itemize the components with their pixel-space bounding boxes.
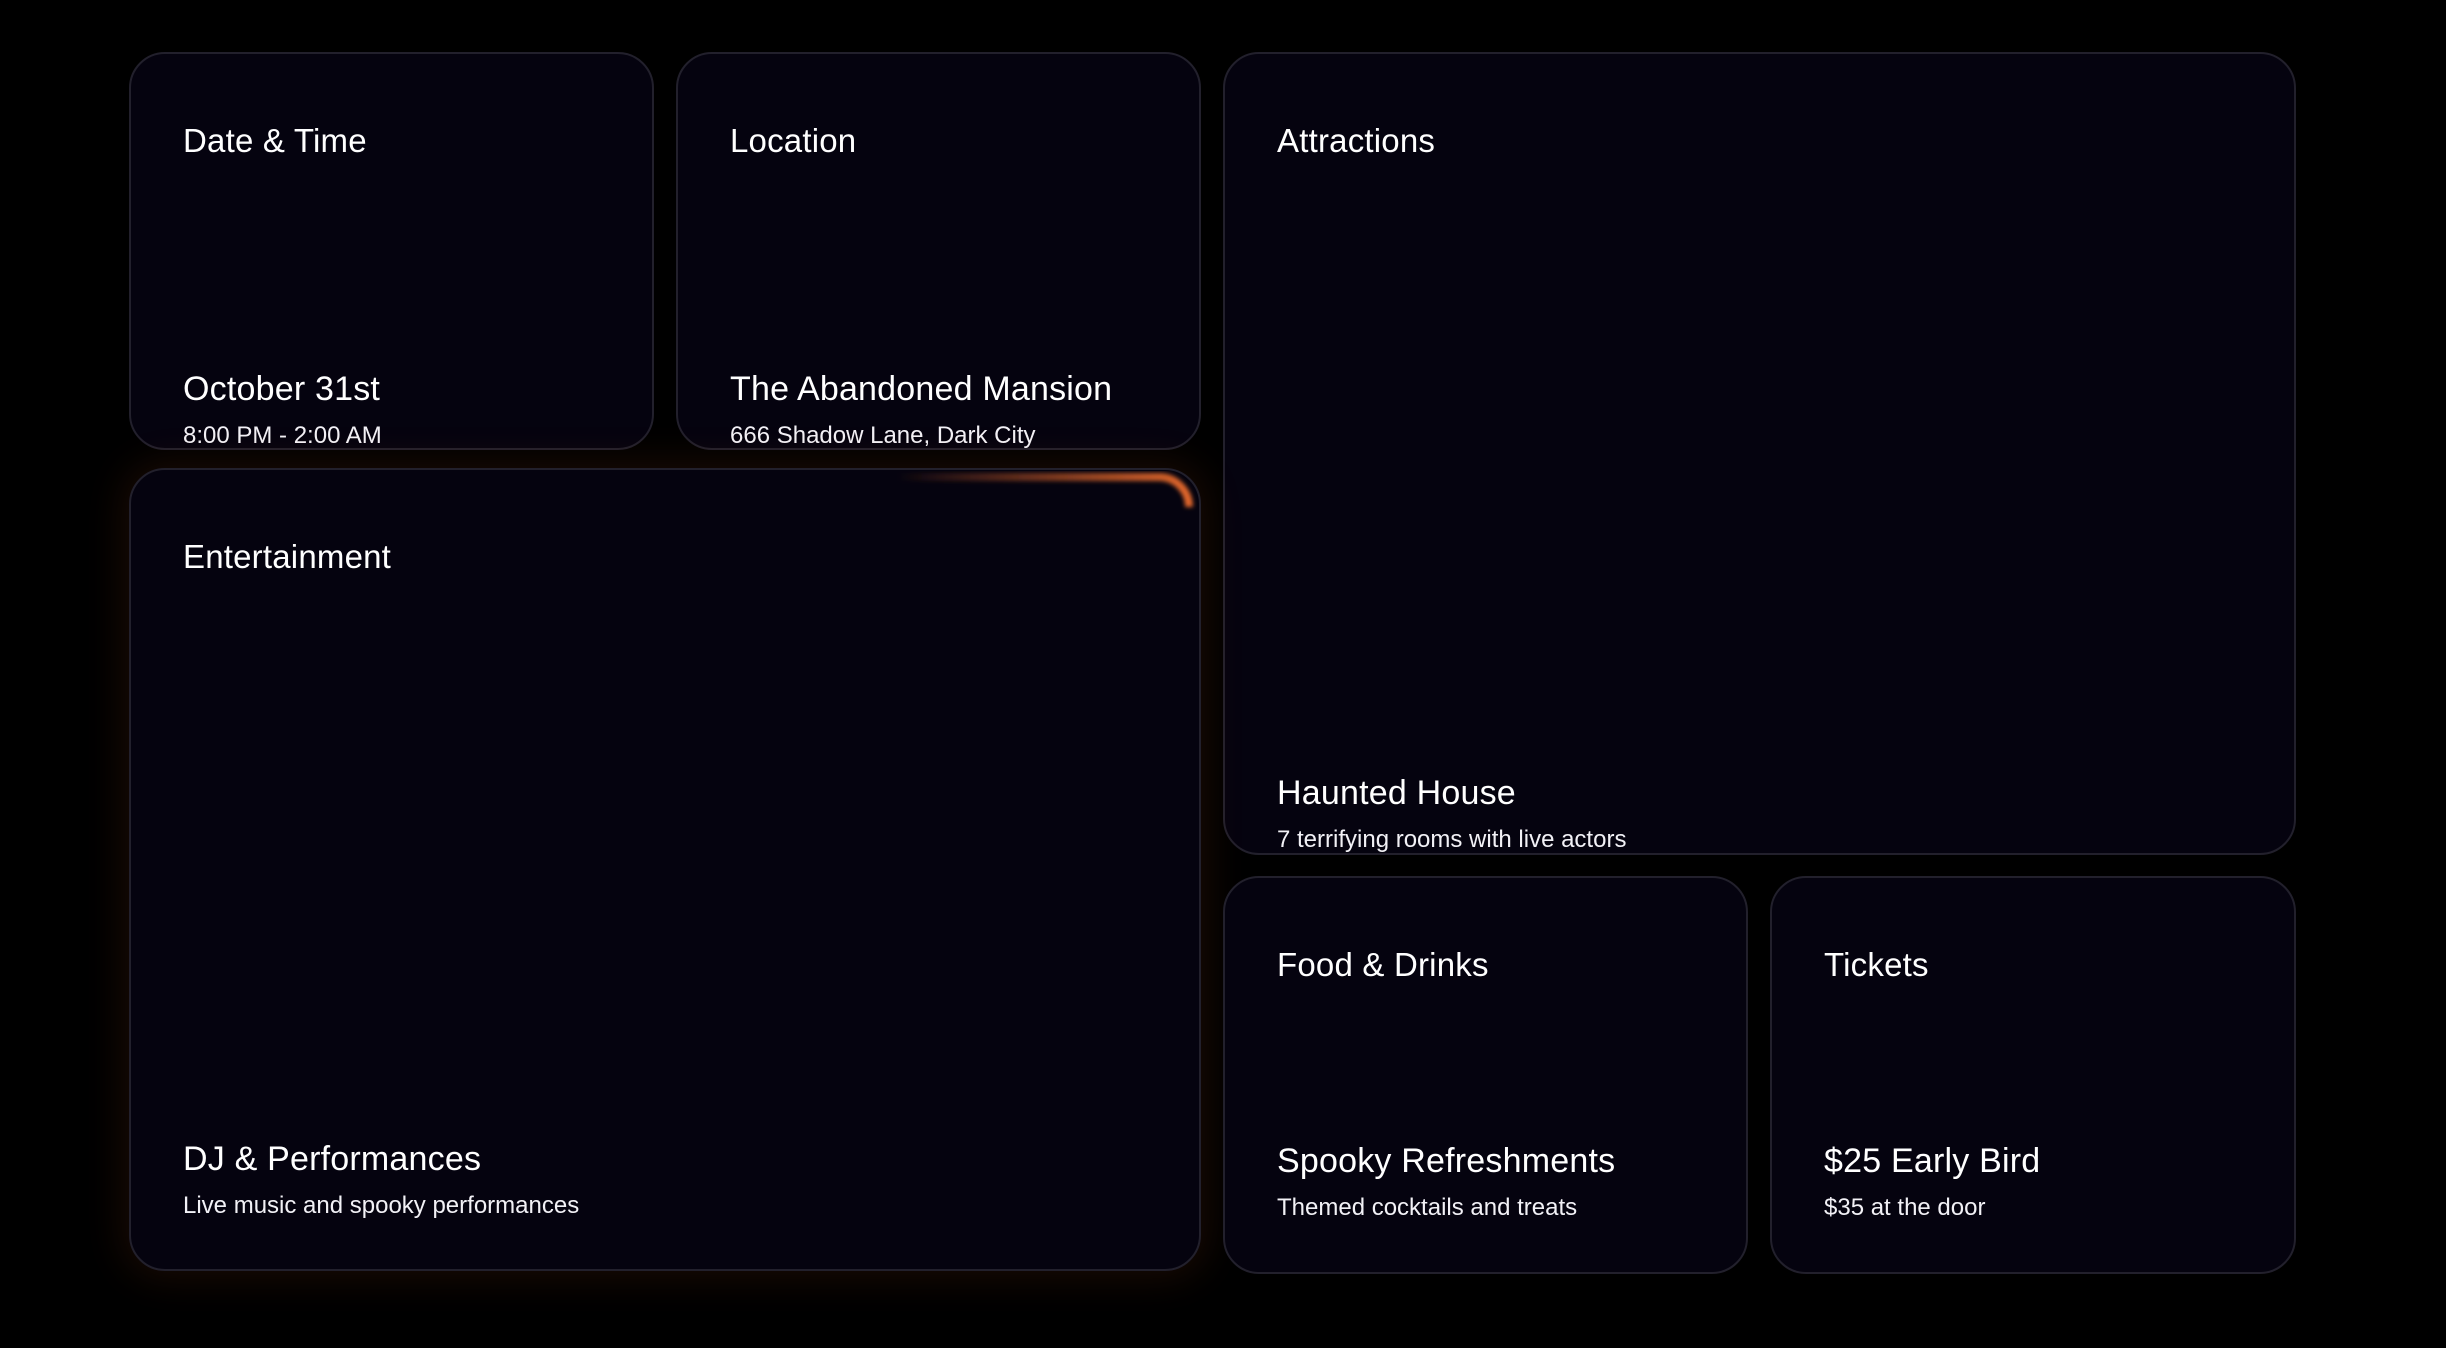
event-date: October 31st [183,370,381,408]
food-drinks-card[interactable]: Food & Drinks Spooky Refreshments Themed… [1223,876,1748,1274]
card-title: Date & Time [183,122,367,159]
attraction-name: Haunted House [1277,774,1516,812]
location-card[interactable]: Location The Abandoned Mansion 666 Shado… [676,52,1201,450]
card-title: Food & Drinks [1277,946,1489,983]
food-name: Spooky Refreshments [1277,1142,1616,1180]
food-description: Themed cocktails and treats [1277,1194,1578,1221]
venue-name: The Abandoned Mansion [730,370,1113,408]
attractions-card[interactable]: Attractions Haunted House 7 terrifying r… [1223,52,2296,855]
door-price: $35 at the door [1824,1194,1986,1221]
venue-address: 666 Shadow Lane, Dark City [730,422,1036,449]
glow-border-accent [897,473,1193,770]
card-title: Location [730,122,857,159]
card-title: Tickets [1824,946,1929,983]
entertainment-name: DJ & Performances [183,1140,482,1178]
event-time: 8:00 PM - 2:00 AM [183,422,382,449]
early-bird-price: $25 Early Bird [1824,1142,2041,1180]
tickets-card[interactable]: Tickets $25 Early Bird $35 at the door [1770,876,2296,1274]
entertainment-description: Live music and spooky performances [183,1192,580,1219]
card-title: Attractions [1277,122,1436,159]
datetime-card[interactable]: Date & Time October 31st 8:00 PM - 2:00 … [129,52,654,450]
bento-grid: Date & Time October 31st 8:00 PM - 2:00 … [0,0,2446,1348]
attraction-description: 7 terrifying rooms with live actors [1277,826,1627,853]
card-title: Entertainment [183,538,392,575]
entertainment-card[interactable]: Entertainment DJ & Performances Live mus… [129,468,1201,1271]
